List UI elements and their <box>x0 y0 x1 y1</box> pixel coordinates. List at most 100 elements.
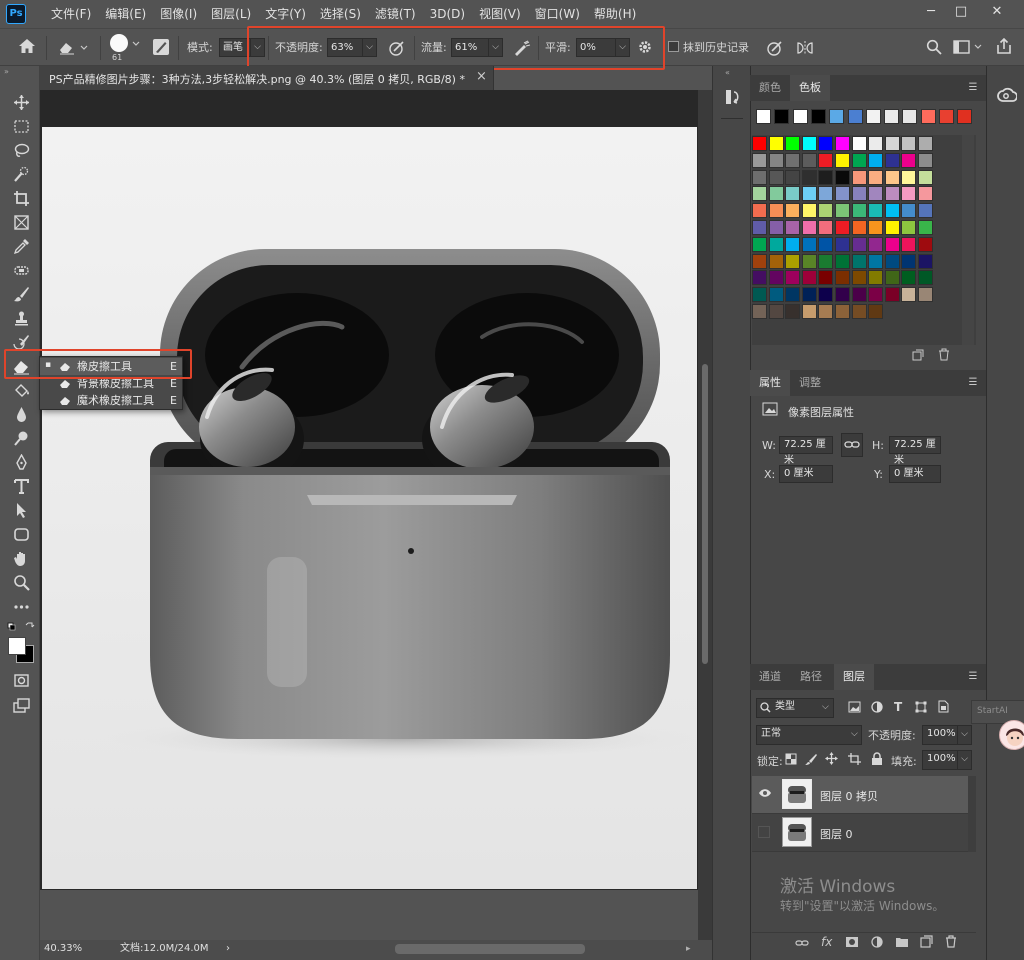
swatch[interactable] <box>884 270 900 286</box>
move-tool-icon[interactable] <box>8 91 34 113</box>
swatch[interactable] <box>801 169 817 185</box>
lock-artboard-icon[interactable] <box>848 753 861 765</box>
clone-stamp-tool-icon[interactable] <box>8 307 34 329</box>
swatch[interactable] <box>752 136 767 151</box>
swatch[interactable] <box>752 220 767 235</box>
swatch[interactable] <box>851 220 867 235</box>
swatch[interactable] <box>884 220 900 235</box>
document-close-icon[interactable]: × <box>476 69 487 84</box>
swatch[interactable] <box>752 287 767 303</box>
swatch[interactable] <box>884 236 900 252</box>
swatch[interactable] <box>818 186 834 202</box>
swatch[interactable] <box>918 253 933 269</box>
menu-item[interactable]: 编辑(E) <box>98 0 153 28</box>
swatch[interactable] <box>768 236 784 252</box>
swatch[interactable] <box>818 287 834 303</box>
pressure-size-icon[interactable] <box>766 39 784 57</box>
home-icon[interactable] <box>18 38 36 54</box>
eraser-preset-icon[interactable] <box>58 39 88 55</box>
swatch[interactable] <box>752 253 767 269</box>
filter-smart-object-icon[interactable] <box>938 700 949 713</box>
path-selection-tool-icon[interactable] <box>8 499 34 521</box>
swatch[interactable] <box>868 220 884 235</box>
swatch[interactable] <box>884 287 900 303</box>
swatch[interactable] <box>851 169 867 185</box>
swatch[interactable] <box>868 152 884 168</box>
tab-channels[interactable]: 通道 <box>750 664 790 690</box>
swatch[interactable] <box>884 152 900 168</box>
share-icon[interactable] <box>996 38 1012 54</box>
swatch[interactable] <box>902 109 918 124</box>
swatch[interactable] <box>868 169 884 185</box>
swatch[interactable] <box>901 186 917 202</box>
minimize-button[interactable]: ─ <box>916 0 946 24</box>
screen-mode-icon[interactable] <box>8 694 34 716</box>
new-group-icon[interactable] <box>895 936 909 948</box>
brush-settings-icon[interactable] <box>152 38 170 56</box>
swatch[interactable] <box>801 203 817 219</box>
layer-list-scrollbar[interactable] <box>968 776 976 852</box>
lock-transparent-icon[interactable] <box>785 753 797 765</box>
filter-shape-icon[interactable] <box>915 701 927 713</box>
layers-menu-icon[interactable]: ☰ <box>966 671 980 683</box>
eyedropper-tool-icon[interactable] <box>8 235 34 257</box>
layer-name[interactable]: 图层 0 拷贝 <box>820 788 878 804</box>
swatch[interactable] <box>752 236 767 252</box>
menu-item[interactable]: 文字(Y) <box>258 0 313 28</box>
paint-bucket-tool-icon[interactable] <box>8 379 34 401</box>
link-layers-icon[interactable] <box>795 938 809 948</box>
swatch[interactable] <box>768 304 784 319</box>
swatch[interactable] <box>920 109 936 124</box>
swatch[interactable] <box>835 236 850 252</box>
swatch[interactable] <box>835 304 850 319</box>
swatch[interactable] <box>801 136 817 151</box>
more-tools-icon[interactable] <box>8 595 34 617</box>
swatch[interactable] <box>752 270 767 286</box>
swatch[interactable] <box>851 304 867 319</box>
swatch[interactable] <box>829 109 845 124</box>
tab-properties[interactable]: 属性 <box>750 370 790 396</box>
swatch[interactable] <box>768 203 784 219</box>
swatch[interactable] <box>918 220 933 235</box>
add-mask-icon[interactable] <box>845 936 859 948</box>
swatch[interactable] <box>818 136 834 151</box>
width-input[interactable]: 72.25 厘米 <box>779 436 833 466</box>
swatch[interactable] <box>865 109 881 124</box>
swatch[interactable] <box>785 236 801 252</box>
tab-color[interactable]: 颜色 <box>750 75 790 101</box>
swatch[interactable] <box>851 136 867 151</box>
document-tab[interactable]: PS产品精修图片步骤：3种方法,3步轻松解决.png @ 40.3% (图层 0… <box>40 66 494 90</box>
healing-brush-tool-icon[interactable] <box>8 259 34 281</box>
chevron-down-icon[interactable] <box>132 41 140 47</box>
swatch[interactable] <box>901 253 917 269</box>
swatch[interactable] <box>768 136 784 151</box>
swatch[interactable] <box>768 186 784 202</box>
swatch[interactable] <box>801 236 817 252</box>
swatch[interactable] <box>884 169 900 185</box>
swatch[interactable] <box>851 236 867 252</box>
swatch[interactable] <box>756 109 771 124</box>
layer-effects-icon[interactable]: fx <box>821 935 832 949</box>
lasso-tool-icon[interactable] <box>8 139 34 161</box>
swatch[interactable] <box>801 270 817 286</box>
pen-tool-icon[interactable] <box>8 451 34 473</box>
swatch-scrollbar[interactable] <box>962 135 974 345</box>
swatch[interactable] <box>847 109 863 124</box>
swatch[interactable] <box>785 186 801 202</box>
swatch[interactable] <box>752 203 767 219</box>
frame-tool-icon[interactable] <box>8 211 34 233</box>
swatch[interactable] <box>785 253 801 269</box>
menu-item[interactable]: 图层(L) <box>204 0 258 28</box>
swatch[interactable] <box>918 203 933 219</box>
swatch[interactable] <box>901 152 917 168</box>
filter-pixel-icon[interactable] <box>848 701 861 713</box>
swatch[interactable] <box>901 270 917 286</box>
menu-item[interactable]: 选择(S) <box>313 0 368 28</box>
layer-row[interactable]: 图层 0 <box>752 814 968 852</box>
swatch[interactable] <box>851 186 867 202</box>
swatch[interactable] <box>835 203 850 219</box>
swatch[interactable] <box>851 270 867 286</box>
swatch[interactable] <box>835 287 850 303</box>
brush-preview-icon[interactable] <box>110 34 128 52</box>
swatch[interactable] <box>818 169 834 185</box>
